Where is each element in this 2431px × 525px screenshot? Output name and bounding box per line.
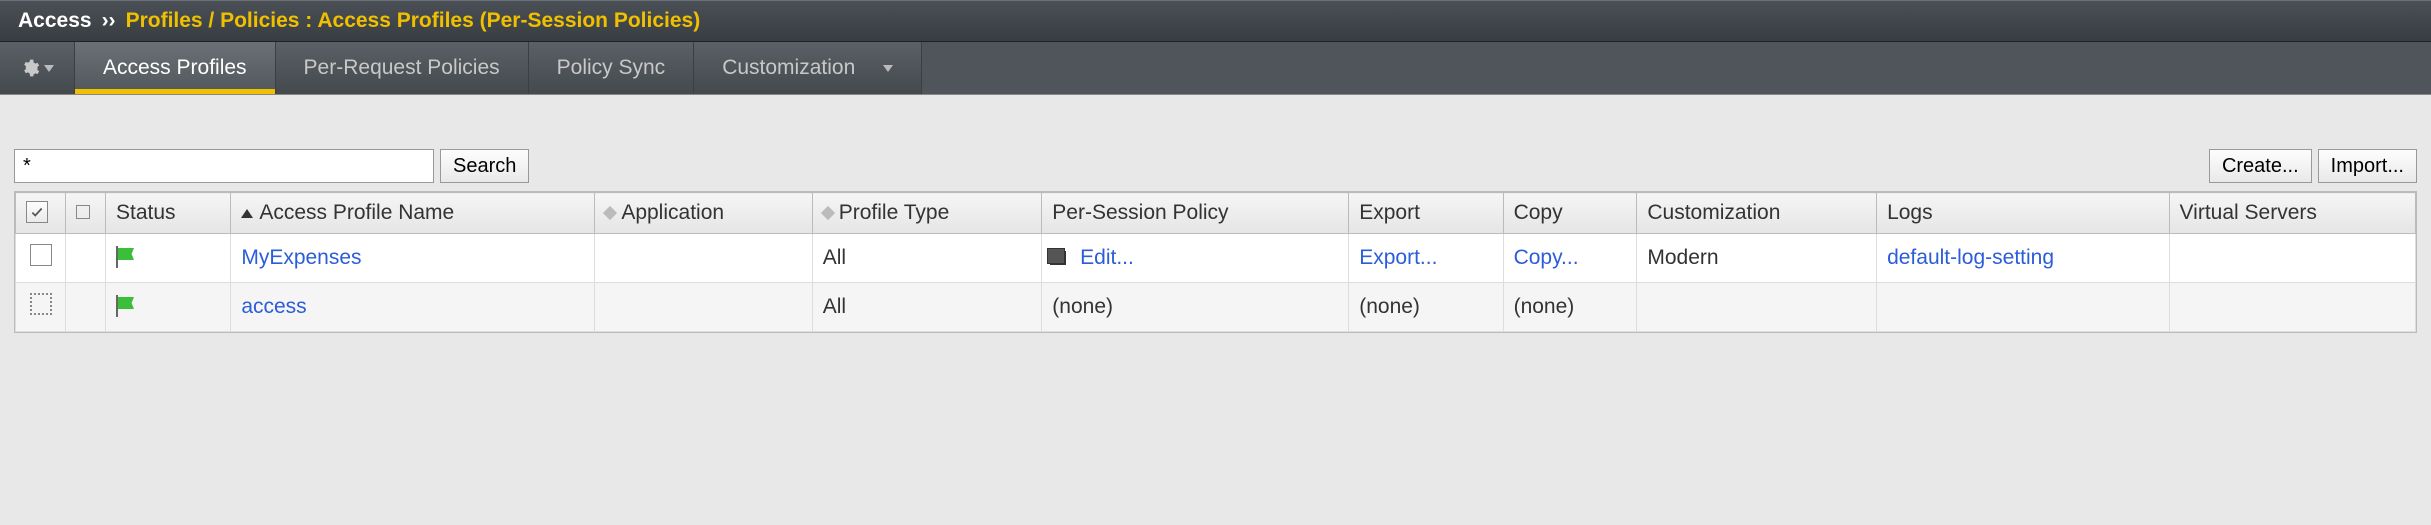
chevron-down-icon <box>76 205 90 219</box>
settings-gear-button[interactable] <box>0 42 75 94</box>
tab-label: Access Profiles <box>103 56 247 80</box>
import-button[interactable]: Import... <box>2318 149 2417 183</box>
column-status[interactable]: Status <box>106 193 231 234</box>
data-grid: Status Access Profile Name Application P… <box>14 191 2417 333</box>
breadcrumb-path: Profiles / Policies : Access Profiles (P… <box>126 9 701 33</box>
breadcrumb-separator: ›› <box>102 9 116 33</box>
cell-virtual-servers <box>2169 234 2415 283</box>
tab-label: Customization <box>722 56 855 80</box>
cell-customization <box>1637 283 1877 332</box>
cell-profile-type: All <box>812 234 1042 283</box>
cell-per-session: Edit... <box>1042 234 1349 283</box>
cell-application <box>595 283 812 332</box>
flag-icon <box>116 248 136 264</box>
chevron-down-icon <box>883 65 893 72</box>
column-copy[interactable]: Copy <box>1503 193 1637 234</box>
cell-copy: (none) <box>1503 283 1637 332</box>
column-name[interactable]: Access Profile Name <box>231 193 595 234</box>
table-row: access All (none) (none) (none) <box>16 283 2416 332</box>
logs-link[interactable]: default-log-setting <box>1887 246 2054 269</box>
column-customization[interactable]: Customization <box>1637 193 1877 234</box>
column-profile-type[interactable]: Profile Type <box>812 193 1042 234</box>
cell-per-session: (none) <box>1042 283 1349 332</box>
edit-icon <box>1050 251 1066 265</box>
column-virtual-servers[interactable]: Virtual Servers <box>2169 193 2415 234</box>
search-button[interactable]: Search <box>440 149 529 183</box>
cell-logs <box>1877 283 2169 332</box>
cell-profile-type: All <box>812 283 1042 332</box>
tab-label: Policy Sync <box>557 56 666 80</box>
sort-asc-icon <box>241 209 253 218</box>
column-export[interactable]: Export <box>1349 193 1503 234</box>
checkbox-icon <box>26 201 48 223</box>
sort-icon <box>821 206 835 220</box>
copy-link[interactable]: Copy... <box>1514 246 1579 269</box>
chevron-down-icon <box>44 65 54 72</box>
cell-virtual-servers <box>2169 283 2415 332</box>
tab-customization[interactable]: Customization <box>694 42 922 94</box>
profile-name-link[interactable]: MyExpenses <box>241 246 361 269</box>
cell-application <box>595 234 812 283</box>
tab-access-profiles[interactable]: Access Profiles <box>75 42 276 94</box>
column-application[interactable]: Application <box>595 193 812 234</box>
cell-export: (none) <box>1349 283 1503 332</box>
flag-icon <box>116 297 136 313</box>
breadcrumb: Access ›› Profiles / Policies : Access P… <box>0 0 2431 42</box>
toolbar: Search Create... Import... <box>0 95 2431 191</box>
column-select-all[interactable] <box>16 193 66 234</box>
cell-customization: Modern <box>1637 234 1877 283</box>
search-input[interactable] <box>14 149 434 183</box>
column-per-session[interactable]: Per-Session Policy <box>1042 193 1349 234</box>
export-link[interactable]: Export... <box>1359 246 1437 269</box>
column-logs[interactable]: Logs <box>1877 193 2169 234</box>
row-checkbox[interactable] <box>30 244 52 266</box>
gear-icon <box>20 58 40 78</box>
tabs-bar: Access Profiles Per-Request Policies Pol… <box>0 42 2431 95</box>
tab-policy-sync[interactable]: Policy Sync <box>529 42 695 94</box>
sort-icon <box>603 206 617 220</box>
tab-per-request-policies[interactable]: Per-Request Policies <box>276 42 529 94</box>
profile-name-link[interactable]: access <box>241 295 306 318</box>
column-filter-dropdown[interactable] <box>66 193 106 234</box>
breadcrumb-root[interactable]: Access <box>18 9 92 33</box>
row-checkbox[interactable] <box>30 293 52 315</box>
create-button[interactable]: Create... <box>2209 149 2312 183</box>
table-header-row: Status Access Profile Name Application P… <box>16 193 2416 234</box>
edit-policy-link[interactable]: Edit... <box>1080 246 1134 269</box>
table-row: MyExpenses All Edit... Export... Copy...… <box>16 234 2416 283</box>
tab-label: Per-Request Policies <box>304 56 500 80</box>
